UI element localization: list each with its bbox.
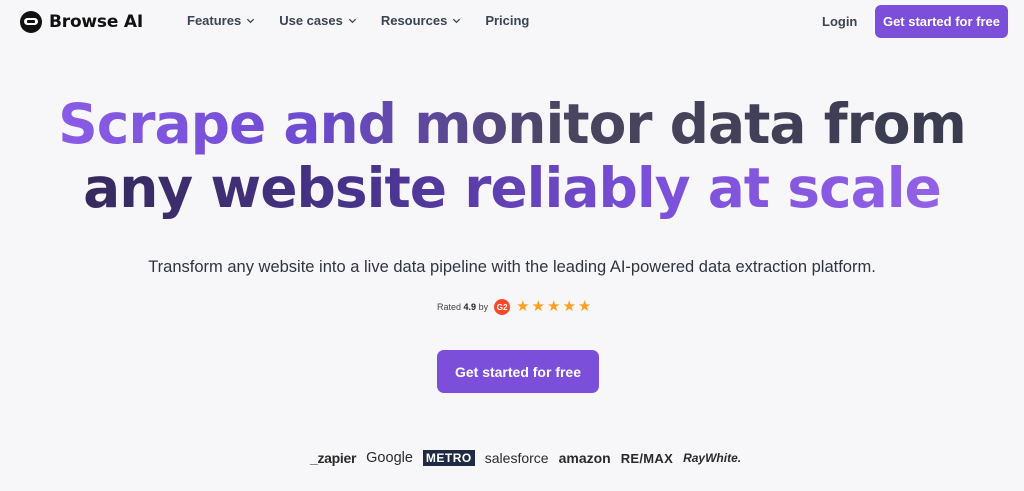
brand-logo-link[interactable]: Browse AI <box>20 10 143 34</box>
amazon-logo: amazon <box>558 450 611 466</box>
star-icon: ★ <box>562 298 576 315</box>
metro-logo: METRO <box>422 450 475 466</box>
rating-text: Rated 4.9 by <box>437 302 488 312</box>
login-link[interactable]: Login <box>822 14 857 29</box>
nav-item-label: Resources <box>380 13 448 28</box>
nav-links: Features Use cases Resources Pricing <box>187 13 553 28</box>
nav-item-label: Pricing <box>485 13 530 28</box>
rating-row: Rated 4.9 by G2 ★ ★ ★ ★ ★ <box>437 298 591 316</box>
nav-item-features[interactable]: Features <box>187 13 255 28</box>
customer-logos: _zapier Google METRO salesforce amazon R… <box>310 448 741 468</box>
star-rating: ★ ★ ★ ★ ★ <box>516 299 591 315</box>
star-icon: ★ <box>577 298 592 315</box>
nav-item-pricing[interactable]: Pricing <box>485 13 529 28</box>
nav-item-label: Features <box>187 13 242 28</box>
nav-item-resources[interactable]: Resources <box>381 13 461 28</box>
hero-headline: Scrape and monitor data from any website… <box>0 92 1024 220</box>
hero-subtitle: Transform any website into a live data p… <box>148 258 876 276</box>
brand-name: Browse AI <box>49 12 143 32</box>
chevron-down-icon <box>247 18 255 24</box>
remax-logo: RE/MAX <box>620 450 674 466</box>
star-icon: ★ <box>516 298 530 315</box>
hero-get-started-button[interactable]: Get started for free <box>437 350 599 393</box>
nav-item-use-cases[interactable]: Use cases <box>279 13 357 28</box>
star-icon: ★ <box>547 298 561 315</box>
rating-value: 4.9 <box>463 302 477 312</box>
top-nav: Browse AI Features Use cases Resources P… <box>0 0 1024 44</box>
rating-suffix: by <box>478 302 489 312</box>
chevron-down-icon <box>453 18 461 24</box>
get-started-button[interactable]: Get started for free <box>875 5 1008 38</box>
headline-line-1: Scrape and monitor data from <box>58 92 967 156</box>
raywhite-logo: RayWhite. <box>683 451 742 465</box>
nav-item-label: Use cases <box>279 13 343 28</box>
google-logo: Google <box>366 450 413 466</box>
salesforce-logo: salesforce <box>484 450 549 466</box>
chevron-down-icon <box>348 18 356 24</box>
zapier-logo: _zapier <box>310 450 357 466</box>
rating-prefix: Rated <box>437 302 462 312</box>
g2-logo-icon: G2 <box>494 299 511 315</box>
robot-logo-icon <box>20 11 42 33</box>
headline-line-2: any website reliably at scale <box>83 156 942 220</box>
star-icon: ★ <box>531 298 545 315</box>
